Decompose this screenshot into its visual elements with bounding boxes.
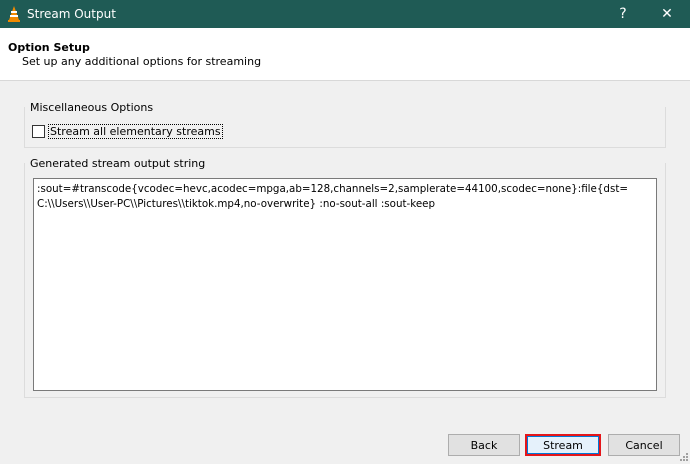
output-string-title: Generated stream output string [30,157,206,170]
wizard-header: Option Setup Set up any additional optio… [0,28,690,80]
misc-options-title: Miscellaneous Options [30,101,154,114]
cancel-button[interactable]: Cancel [608,434,680,456]
header-divider [0,80,690,81]
resize-grip-icon[interactable] [679,451,689,463]
output-string-textarea[interactable]: :sout=#transcode{vcodec=hevc,acodec=mpga… [33,178,657,391]
close-button[interactable]: ✕ [644,0,690,28]
stream-all-checkbox-row[interactable]: Stream all elementary streams [32,123,223,139]
help-button[interactable]: ? [600,0,646,28]
page-title: Option Setup [8,41,90,54]
page-subtitle: Set up any additional options for stream… [22,55,262,68]
stream-all-checkbox[interactable] [32,124,45,138]
help-icon: ? [619,6,627,22]
close-icon: ✕ [661,6,673,22]
window-title: Stream Output [27,7,116,21]
title-bar[interactable]: Stream Output ? ✕ [0,0,690,28]
stream-button[interactable]: Stream [525,434,601,456]
vlc-cone-icon [8,6,20,22]
stream-all-label[interactable]: Stream all elementary streams [48,123,223,139]
stream-output-dialog: Stream Output ? ✕ Option Setup Set up an… [0,0,690,464]
back-button[interactable]: Back [448,434,520,456]
stream-button-label[interactable]: Stream [527,436,599,454]
